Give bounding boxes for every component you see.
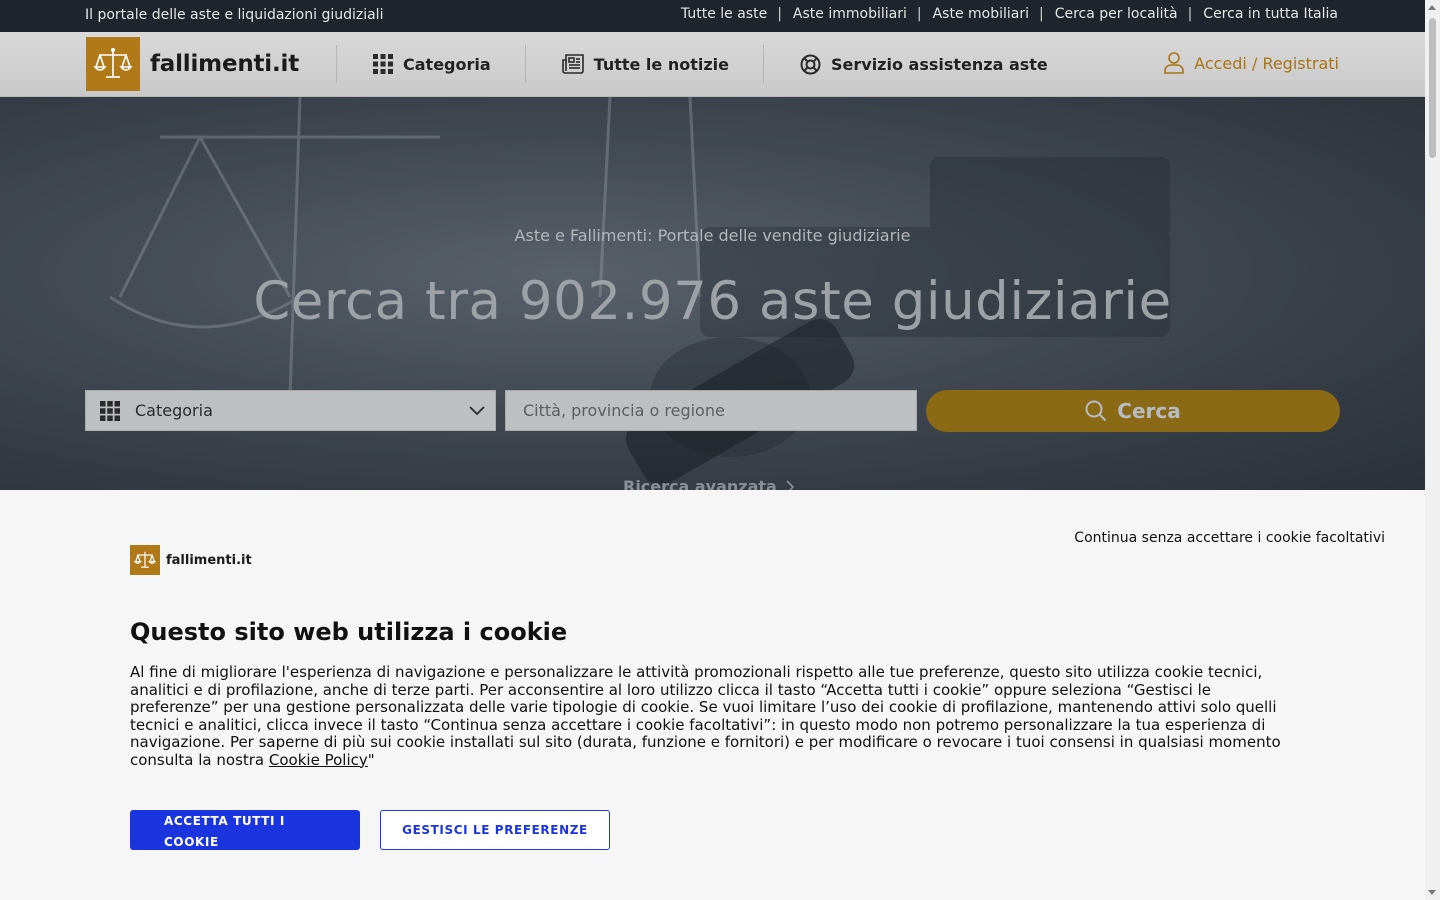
scroll-up-arrow-icon[interactable] [1428, 5, 1436, 10]
advanced-search-link[interactable]: Ricerca avanzata [623, 477, 794, 490]
scales-icon [130, 545, 160, 575]
grid-icon [373, 54, 393, 74]
nav-notizie[interactable]: Tutte le notizie [524, 45, 763, 83]
location-input[interactable] [505, 390, 917, 431]
cookie-banner: Continua senza accettare i cookie facolt… [0, 490, 1425, 900]
scroll-down-arrow-icon[interactable] [1428, 890, 1436, 895]
nav-assistenza[interactable]: Servizio assistenza aste [763, 45, 1082, 83]
lifebuoy-icon [800, 54, 821, 74]
continue-without-accepting-link[interactable]: Continua senza accettare i cookie facolt… [1074, 530, 1385, 546]
login-link[interactable]: Accedi / Registrati [1164, 52, 1339, 74]
link-aste-mobiliari[interactable]: Aste mobiliari [933, 6, 1029, 22]
cookie-banner-logo: fallimenti.it [130, 545, 252, 575]
tagline: Il portale delle aste e liquidazioni giu… [85, 7, 384, 23]
separator: | [777, 6, 782, 22]
cookie-policy-link[interactable]: Cookie Policy [269, 751, 368, 769]
link-tutte-le-aste[interactable]: Tutte le aste [681, 6, 767, 22]
scrollbar-thumb[interactable] [1429, 18, 1436, 158]
site-logo[interactable]: fallimenti.it [86, 37, 299, 91]
logo-text: fallimenti.it [150, 51, 300, 77]
cookie-text-end: " [367, 750, 375, 769]
scales-icon [86, 37, 140, 91]
newspaper-icon [561, 54, 584, 74]
chevron-down-icon [469, 406, 485, 416]
link-aste-immobiliari[interactable]: Aste immobiliari [793, 6, 907, 22]
grid-icon [100, 400, 120, 421]
accept-all-cookies-button[interactable]: ACCETTA TUTTI I COOKIE [130, 810, 360, 850]
nav-label: Categoria [403, 54, 491, 74]
user-icon [1164, 52, 1184, 74]
top-bar: Il portale delle aste e liquidazioni giu… [0, 0, 1425, 32]
search-button[interactable]: Cerca [926, 390, 1340, 432]
nav-categoria[interactable]: Categoria [336, 45, 525, 83]
search-bar: Categoria Cerca [85, 390, 1340, 432]
link-cerca-in-tutta-italia[interactable]: Cerca in tutta Italia [1203, 6, 1338, 22]
advanced-search-label: Ricerca avanzata [623, 477, 777, 490]
hero-title: Cerca tra 902.976 aste giudiziarie [253, 271, 1172, 332]
cookie-logo-text: fallimenti.it [166, 552, 252, 568]
link-cerca-per-localita[interactable]: Cerca per località [1055, 6, 1178, 22]
scrollbar[interactable] [1425, 0, 1440, 900]
nav-label: Servizio assistenza aste [831, 54, 1048, 74]
hero-section: Aste e Fallimenti: Portale delle vendite… [0, 97, 1425, 490]
search-button-label: Cerca [1117, 399, 1181, 423]
hero-subtitle: Aste e Fallimenti: Portale delle vendite… [514, 226, 911, 245]
category-select[interactable]: Categoria [85, 390, 496, 431]
main-nav: Categoria Tutte le notizie Servizio assi… [336, 32, 1082, 96]
cookie-title: Questo sito web utilizza i cookie [130, 618, 568, 646]
separator: | [1039, 6, 1044, 22]
chevron-right-icon [786, 479, 794, 490]
login-label: Accedi / Registrati [1194, 53, 1339, 73]
top-links: Tutte le aste | Aste immobiliari | Aste … [681, 6, 1338, 22]
category-select-value: Categoria [135, 401, 213, 420]
search-icon [1085, 400, 1107, 422]
nav-label: Tutte le notizie [593, 54, 729, 74]
separator: | [1187, 6, 1193, 22]
separator: | [916, 6, 922, 22]
site-header: fallimenti.it Categoria Tutte le notizie… [0, 32, 1425, 97]
cookie-description: Al fine di migliorare l'esperienza di na… [130, 663, 1300, 769]
manage-preferences-button[interactable]: GESTISCI LE PREFERENZE [380, 810, 610, 850]
